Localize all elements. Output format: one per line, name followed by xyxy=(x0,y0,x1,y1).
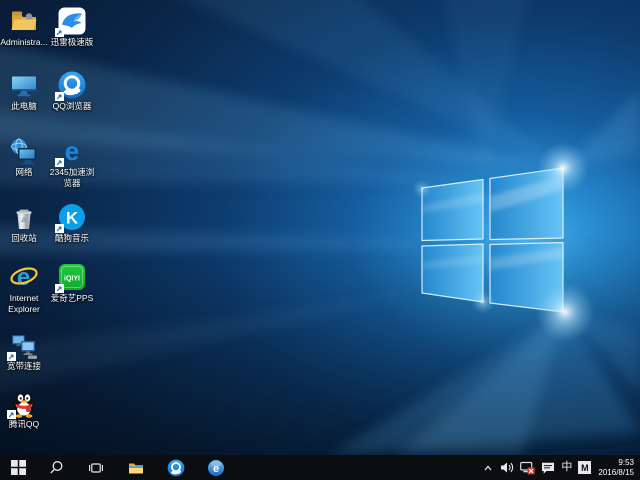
desktop-icon-kugou-music[interactable]: K 酷狗音乐 xyxy=(48,202,96,244)
windows-logo-icon xyxy=(11,460,26,475)
qq-browser-icon xyxy=(167,459,185,477)
ime-mode-indicator[interactable]: M xyxy=(575,455,594,480)
desktop-icon-label: 网络 xyxy=(0,167,48,178)
desktop: Administra... 此电脑 xyxy=(0,0,640,480)
qq-browser-taskbar-button[interactable] xyxy=(156,455,196,480)
desktop-icon-this-pc[interactable]: 此电脑 xyxy=(0,70,48,112)
desktop-icon-label: 宽带连接 xyxy=(0,361,48,372)
network-status-button[interactable] xyxy=(517,455,538,480)
wallpaper-windows-hero xyxy=(0,0,640,455)
file-explorer-button[interactable] xyxy=(116,455,156,480)
desktop-icon-label: 2345加速浏 览器 xyxy=(48,167,96,189)
shortcut-arrow-icon xyxy=(7,410,16,419)
shortcut-arrow-icon xyxy=(55,158,64,167)
desktop-icon-label: 酷狗音乐 xyxy=(48,233,96,244)
desktop-icon-label: 腾讯QQ xyxy=(0,419,48,430)
svg-text:e: e xyxy=(65,136,79,166)
user-folder-icon xyxy=(9,6,39,36)
speaker-icon xyxy=(500,461,514,474)
network-globe-monitor-icon xyxy=(9,136,39,166)
desktop-icon-label: 回收站 xyxy=(0,233,48,244)
search-button[interactable] xyxy=(36,455,76,480)
svg-text:iQIYI: iQIYI xyxy=(64,276,80,283)
volume-button[interactable] xyxy=(497,455,517,480)
shortcut-arrow-icon xyxy=(55,92,64,101)
taskbar: e xyxy=(0,455,640,480)
messenger-tray-button[interactable] xyxy=(538,455,558,480)
system-tray: 中 M 9:53 2016/8/15 xyxy=(479,455,640,480)
file-explorer-icon xyxy=(128,461,144,475)
desktop-icon-label: 爱奇艺PPS xyxy=(48,293,96,304)
shortcut-arrow-icon xyxy=(55,224,64,233)
search-icon xyxy=(49,460,64,475)
ie-icon: e xyxy=(9,262,39,292)
ime-mode-badge: M xyxy=(578,461,591,474)
clock-date: 2016/8/15 xyxy=(598,468,634,478)
clock-time: 9:53 xyxy=(598,458,634,468)
desktop-icon-label: 迅雷极速版 xyxy=(48,37,96,48)
blue-sphere-e-icon: e xyxy=(207,459,225,477)
desktop-icon-label: Administra... xyxy=(0,37,48,48)
svg-text:e: e xyxy=(213,463,219,475)
desktop-icon-tencent-qq[interactable]: 腾讯QQ xyxy=(0,388,48,430)
desktop-icon-broadband[interactable]: 宽带连接 xyxy=(0,330,48,372)
chevron-up-icon xyxy=(482,462,494,474)
task-view-button[interactable] xyxy=(76,455,116,480)
svg-text:K: K xyxy=(66,209,79,228)
recycle-bin-icon xyxy=(9,202,39,232)
2345-browser-taskbar-button[interactable]: e xyxy=(196,455,236,480)
monitor-icon xyxy=(9,70,39,100)
show-hidden-icons-button[interactable] xyxy=(479,455,497,480)
desktop-icon-label: QQ浏览器 xyxy=(48,101,96,112)
desktop-icon-recycle-bin[interactable]: 回收站 xyxy=(0,202,48,244)
shortcut-arrow-icon xyxy=(55,28,64,37)
start-button[interactable] xyxy=(0,455,36,480)
desktop-icon-label: Internet Explorer xyxy=(0,293,48,315)
desktop-icon-thunder[interactable]: 迅雷极速版 xyxy=(48,6,96,48)
desktop-icon-label: 此电脑 xyxy=(0,101,48,112)
ime-language-indicator[interactable]: 中 xyxy=(558,455,575,480)
desktop-icon-qq-browser[interactable]: QQ浏览器 xyxy=(48,70,96,112)
taskbar-clock[interactable]: 9:53 2016/8/15 xyxy=(594,458,640,477)
desktop-icon-network[interactable]: 网络 xyxy=(0,136,48,178)
desktop-icon-2345-browser[interactable]: e 2345加速浏 览器 xyxy=(48,136,96,189)
task-view-icon xyxy=(88,461,104,475)
shortcut-arrow-icon xyxy=(55,284,64,293)
desktop-icon-administrator[interactable]: Administra... xyxy=(0,6,48,48)
message-bubble-icon xyxy=(541,461,555,475)
desktop-icon-internet-explorer[interactable]: e Internet Explorer xyxy=(0,262,48,315)
desktop-icon-iqiyi-pps[interactable]: iQIYI 爱奇艺PPS xyxy=(48,262,96,304)
network-disconnected-icon xyxy=(520,461,535,475)
shortcut-arrow-icon xyxy=(7,352,16,361)
